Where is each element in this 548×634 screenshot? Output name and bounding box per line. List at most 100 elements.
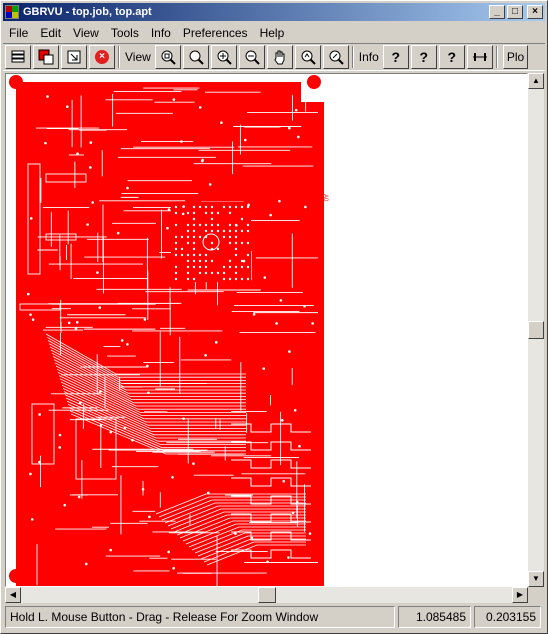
measure-button[interactable] (466, 45, 493, 69)
app-icon[interactable] (5, 5, 19, 19)
bga-pad (228, 223, 232, 227)
bga-pad (192, 265, 196, 269)
scroll-up-button[interactable]: ▲ (528, 73, 544, 89)
bga-pad (240, 277, 244, 281)
status-y-coordinate: 0.203155 (474, 606, 541, 628)
via (98, 306, 102, 309)
via (120, 339, 124, 342)
bga-pad (204, 259, 208, 263)
layers-button[interactable] (5, 45, 31, 69)
via (282, 479, 286, 483)
via (96, 271, 99, 274)
bga-pad (174, 211, 178, 215)
via (116, 231, 120, 235)
zoom-previous-button[interactable] (294, 45, 321, 69)
bga-pad (216, 271, 220, 275)
via (58, 446, 62, 449)
info-pad-button[interactable]: ? (410, 45, 437, 69)
via (147, 391, 150, 395)
bga-pad (174, 277, 178, 281)
via (288, 350, 291, 353)
toolbar-separator (351, 46, 354, 68)
via (294, 108, 298, 112)
via (131, 438, 134, 442)
via (293, 408, 297, 412)
mounting-hole (307, 75, 321, 89)
bga-pad (198, 205, 202, 209)
via (206, 491, 210, 495)
info-line-button[interactable]: ? (438, 45, 465, 69)
toolbar: × View Info ? ? ? Plo (3, 43, 545, 71)
menu-edit[interactable]: Edit (34, 26, 67, 40)
color-button[interactable] (33, 45, 59, 69)
zoom-in-button[interactable] (210, 45, 237, 69)
bga-pad (228, 211, 232, 215)
via (288, 126, 291, 130)
via (109, 430, 113, 434)
bga-pad (204, 271, 208, 275)
board-side-label: A0 (322, 194, 328, 202)
bga-pad (204, 229, 208, 233)
redraw-button[interactable] (61, 45, 87, 69)
via (166, 226, 169, 230)
bga-pad (204, 265, 208, 269)
stop-button[interactable]: × (89, 45, 115, 69)
gerber-viewport[interactable]: A0 (5, 73, 528, 587)
via (141, 487, 145, 491)
via (30, 217, 33, 220)
bga-pad (186, 253, 190, 257)
via (287, 556, 290, 559)
zoom-all-button[interactable] (322, 45, 349, 69)
layers-icon (11, 50, 25, 63)
bga-pad (192, 217, 196, 221)
scroll-right-button[interactable]: ▶ (512, 587, 528, 603)
menu-preferences[interactable]: Preferences (177, 26, 254, 40)
via (278, 199, 281, 203)
horizontal-scrollbar[interactable]: ◀ ▶ (5, 587, 528, 603)
via (291, 511, 295, 515)
via (311, 322, 314, 325)
bga-pad (174, 247, 178, 251)
via (180, 140, 183, 143)
pan-button[interactable] (266, 45, 293, 69)
info-query-button[interactable]: ? (382, 45, 409, 69)
via (38, 460, 41, 464)
zoom-fit-button[interactable] (154, 45, 181, 69)
horizontal-scroll-thumb[interactable] (257, 587, 276, 603)
vertical-scrollbar[interactable]: ▲ ▼ (528, 73, 544, 587)
bga-pad (228, 241, 232, 245)
scroll-left-button[interactable]: ◀ (5, 587, 21, 603)
close-button[interactable]: × (527, 5, 543, 19)
via (171, 475, 174, 479)
scroll-corner (528, 587, 544, 603)
bga-pad (192, 241, 196, 245)
bga-pad (240, 205, 244, 209)
pcb-board[interactable]: A0 (6, 74, 527, 586)
menu-info[interactable]: Info (145, 26, 177, 40)
bga-pad (210, 241, 214, 245)
via (181, 212, 185, 216)
menu-file[interactable]: File (3, 26, 34, 40)
via (303, 304, 306, 308)
maximize-button[interactable]: □ (507, 5, 523, 19)
info-line-icon: ? (447, 49, 457, 65)
menu-help[interactable]: Help (254, 26, 291, 40)
bga-pad (204, 253, 208, 257)
scroll-down-button[interactable]: ▼ (528, 571, 544, 587)
bga-pad (234, 235, 238, 239)
menu-tools[interactable]: Tools (105, 26, 145, 40)
title-bar[interactable]: GBRVU - top.job, top.apt _ □ × (3, 3, 545, 21)
plot-button[interactable]: Plo (502, 45, 529, 69)
zoom-window-button[interactable] (182, 45, 209, 69)
via (250, 536, 254, 540)
bga-pad (222, 235, 226, 239)
zoom-out-button[interactable] (238, 45, 265, 69)
bga-pad (192, 205, 196, 209)
bga-pad (174, 265, 178, 269)
bga-pad (180, 253, 184, 257)
menu-view[interactable]: View (67, 26, 105, 40)
minimize-button[interactable]: _ (489, 5, 505, 19)
bga-pad (174, 205, 178, 209)
vertical-scroll-thumb[interactable] (528, 321, 544, 339)
bga-pad (228, 229, 232, 233)
